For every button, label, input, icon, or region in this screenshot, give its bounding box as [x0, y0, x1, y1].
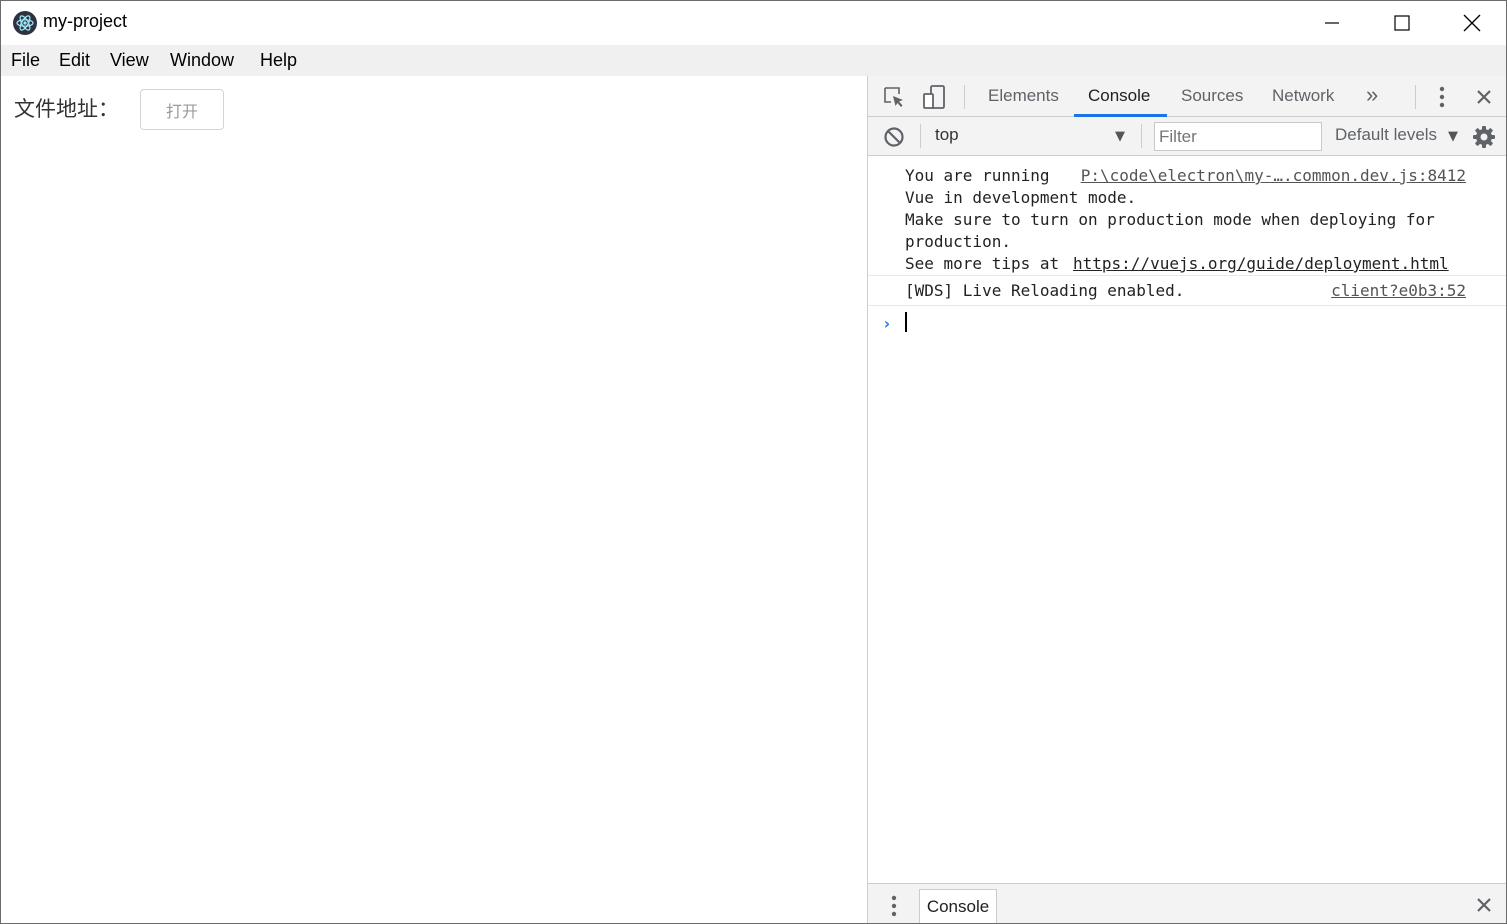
tab-network[interactable]: Network	[1272, 86, 1334, 106]
close-icon	[1463, 14, 1481, 32]
console-message: [WDS] Live Reloading enabled. client?e0b…	[868, 276, 1506, 306]
more-tabs-button[interactable]: »	[1366, 82, 1378, 108]
tab-console[interactable]: Console	[1088, 86, 1150, 106]
devtools-tab-bar: Elements Console Sources Network »	[868, 76, 1506, 117]
message-text: Vue in development mode.	[905, 188, 1137, 207]
filter-input[interactable]	[1154, 122, 1322, 151]
console-settings-button[interactable]	[1472, 125, 1496, 149]
electron-logo-icon	[13, 11, 37, 35]
console-toolbar: top ▼ Default levels ▼	[868, 117, 1506, 156]
minimize-button[interactable]	[1297, 1, 1367, 45]
device-mode-icon	[923, 85, 945, 109]
chevron-down-icon: ▼	[1448, 129, 1458, 144]
context-selector[interactable]: top	[935, 125, 959, 145]
console-prompt-icon: ›	[882, 314, 892, 333]
message-text: Make sure to turn on production mode whe…	[905, 210, 1435, 229]
inspect-cursor-icon	[884, 87, 903, 107]
app-window: my-project File Edit View Window Help 文件…	[0, 0, 1507, 924]
open-button[interactable]: 打开	[140, 89, 224, 130]
device-toolbar-button[interactable]	[922, 84, 946, 110]
chevron-down-icon: ▼	[1115, 129, 1125, 144]
message-source-link[interactable]: client?e0b3:52	[1331, 281, 1466, 300]
drawer-menu-button[interactable]	[888, 894, 900, 918]
devtools-drawer: Console	[868, 883, 1506, 923]
menu-edit[interactable]: Edit	[59, 50, 90, 71]
console-input[interactable]	[905, 312, 907, 332]
kebab-menu-icon	[891, 895, 897, 917]
devtools-menu-button[interactable]	[1431, 85, 1453, 109]
toolbar-divider-2	[1415, 85, 1416, 109]
close-devtools-button[interactable]	[1473, 86, 1495, 108]
close-icon	[1477, 898, 1491, 912]
file-address-label: 文件地址：	[14, 97, 119, 121]
menu-window[interactable]: Window	[170, 50, 234, 71]
clear-console-icon	[884, 127, 904, 147]
gear-icon	[1473, 126, 1495, 148]
inspect-element-button[interactable]	[882, 85, 906, 109]
toolbar-divider-3	[920, 124, 921, 148]
console-message: You are running P:\code\electron\my-….co…	[868, 157, 1506, 276]
menu-bar: File Edit View Window Help	[1, 45, 1506, 76]
tab-sources[interactable]: Sources	[1181, 86, 1243, 106]
deployment-guide-link[interactable]: https://vuejs.org/guide/deployment.html	[1073, 254, 1449, 273]
message-text: See more tips at	[905, 254, 1060, 273]
close-drawer-button[interactable]	[1473, 894, 1495, 916]
console-messages: You are running P:\code\electron\my-….co…	[868, 157, 1506, 306]
message-text: You are running	[905, 166, 1050, 185]
title-bar[interactable]: my-project	[1, 1, 1506, 45]
maximize-button[interactable]	[1367, 1, 1437, 45]
menu-help[interactable]: Help	[260, 50, 297, 71]
toolbar-divider-4	[1141, 124, 1142, 148]
close-icon	[1477, 90, 1491, 104]
message-text: [WDS] Live Reloading enabled.	[905, 281, 1185, 300]
devtools-panel: Elements Console Sources Network » top ▼…	[867, 76, 1506, 923]
app-content: 文件地址： 打开	[1, 76, 867, 923]
message-text: production.	[905, 232, 1011, 251]
drawer-tab-console[interactable]: Console	[919, 889, 997, 923]
menu-file[interactable]: File	[11, 50, 40, 71]
minimize-icon	[1325, 22, 1339, 24]
maximize-icon	[1394, 15, 1410, 31]
close-window-button[interactable]	[1437, 1, 1506, 45]
toolbar-divider	[964, 85, 965, 109]
tab-elements[interactable]: Elements	[988, 86, 1059, 106]
menu-view[interactable]: View	[110, 50, 149, 71]
message-source-link[interactable]: P:\code\electron\my-….common.dev.js:8412	[1081, 166, 1466, 185]
clear-console-button[interactable]	[883, 126, 905, 148]
log-levels-dropdown[interactable]: Default levels	[1335, 125, 1437, 145]
kebab-menu-icon	[1439, 86, 1445, 108]
window-title: my-project	[43, 11, 128, 31]
